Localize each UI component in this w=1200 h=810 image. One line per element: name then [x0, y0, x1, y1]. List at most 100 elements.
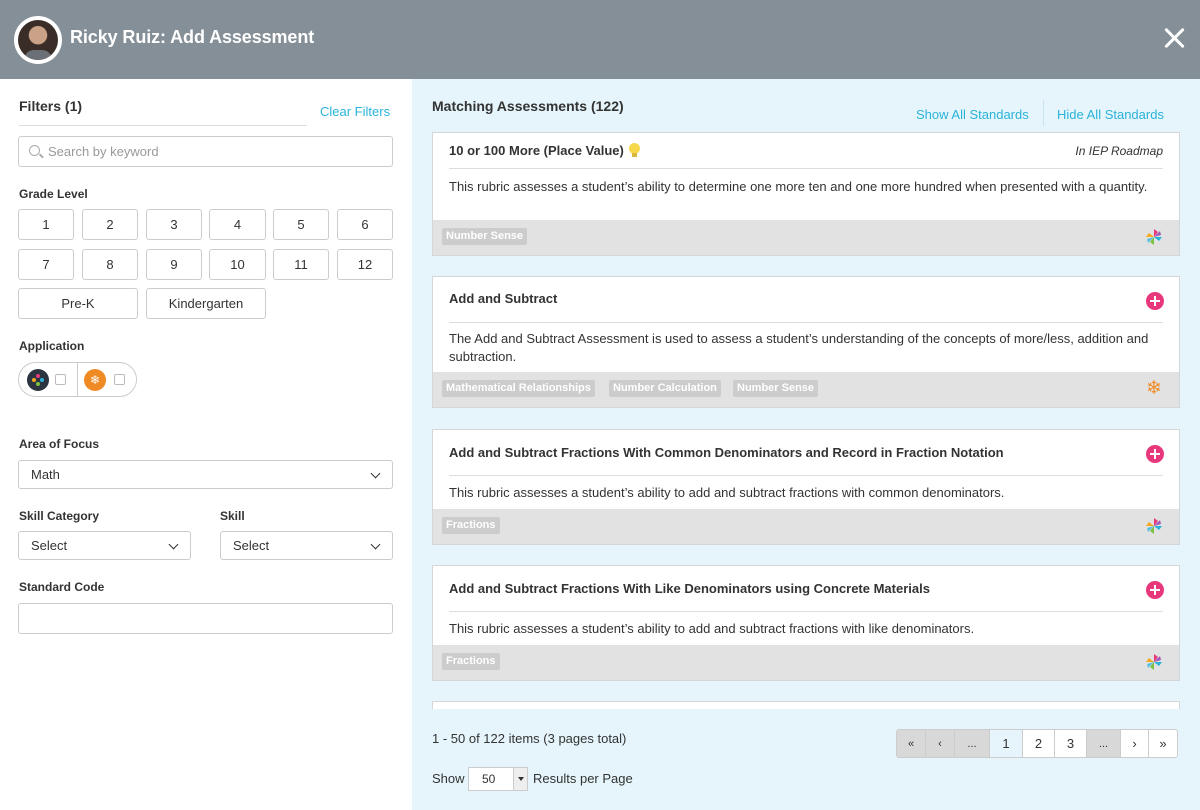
results-per-page-select[interactable]: 50 [468, 767, 528, 791]
grade-6-button[interactable]: 6 [337, 209, 393, 240]
assessment-app-checkbox[interactable] [55, 374, 66, 385]
grade-5-button[interactable]: 5 [273, 209, 329, 240]
hide-all-standards-link[interactable]: Hide All Standards [1057, 107, 1164, 122]
chevron-down-icon [168, 539, 179, 550]
skill-category-label: Skill Category [19, 509, 100, 523]
application-label: Application [19, 339, 85, 353]
assessment-card-title[interactable]: Add and Subtract Fractions With Like Den… [449, 581, 930, 596]
standard-tag: Number Sense [733, 380, 819, 397]
skill-select[interactable]: Select [220, 531, 393, 560]
card-footer: Fractions [433, 509, 1179, 544]
grade-2-button[interactable]: 2 [82, 209, 138, 240]
matching-assessments-title: Matching Assessments (122) [432, 98, 624, 114]
results-per-page-label: Results per Page [533, 771, 633, 786]
add-assessment-button[interactable] [1146, 445, 1164, 463]
standard-tag: Number Sense [442, 228, 528, 245]
standards-links-divider [1043, 100, 1044, 126]
page-3-button[interactable]: 3 [1055, 730, 1087, 757]
modal-header: Ricky Ruiz: Add Assessment [0, 0, 1200, 79]
grade-4-button[interactable]: 4 [209, 209, 266, 240]
assessment-card-title[interactable]: 10 or 100 More (Place Value) [449, 143, 640, 158]
assessment-card-title[interactable]: Add and Subtract [449, 291, 557, 306]
snowflake-icon: ❄ [1146, 378, 1162, 399]
page-1-button[interactable]: 1 [990, 730, 1023, 757]
card-footer: Number Sense [433, 220, 1179, 255]
application-divider [77, 362, 78, 397]
prev-page-button[interactable]: ‹ [926, 730, 955, 757]
clear-filters-link[interactable]: Clear Filters [320, 104, 390, 119]
grade-12-button[interactable]: 12 [337, 249, 393, 280]
close-icon[interactable] [1162, 26, 1186, 50]
assessment-card-partial [432, 701, 1180, 709]
card-divider [449, 168, 1163, 169]
assessment-card[interactable]: Add and Subtract Fractions With Common D… [432, 429, 1180, 545]
show-label: Show [432, 771, 465, 786]
ellipsis-left[interactable]: ... [955, 730, 990, 757]
grade-7-button[interactable]: 7 [18, 249, 74, 280]
snowflake-app-icon: ❄ [84, 368, 106, 391]
ellipsis-right[interactable]: ... [1087, 730, 1121, 757]
snowflake-app-checkbox[interactable] [114, 374, 125, 385]
first-page-button[interactable]: « [897, 730, 926, 757]
next-page-button[interactable]: › [1121, 730, 1149, 757]
search-icon [29, 145, 40, 156]
chevron-down-icon [370, 539, 381, 550]
avatar [14, 16, 62, 64]
assessment-description: This rubric assesses a student’s ability… [449, 621, 975, 636]
standard-tag: Fractions [442, 517, 500, 534]
assessment-description: The Add and Subtract Assessment is used … [449, 331, 1149, 364]
grade-8-button[interactable]: 8 [82, 249, 138, 280]
assessment-title-text: 10 or 100 More (Place Value) [449, 143, 624, 158]
card-divider [449, 322, 1163, 323]
search-box[interactable] [18, 136, 393, 167]
grade-1-button[interactable]: 1 [18, 209, 74, 240]
chevron-down-icon [370, 468, 381, 479]
grade-pre-k-button[interactable]: Pre-K [18, 288, 138, 319]
grade-3-button[interactable]: 3 [146, 209, 202, 240]
standard-tag: Mathematical Relationships [442, 380, 595, 397]
assessment-app-icon [27, 368, 49, 391]
filters-panel: Filters (1) Clear Filters Grade Level 1 … [0, 79, 412, 810]
application-toggle: ❄ [18, 362, 137, 397]
area-of-focus-value: Math [31, 467, 60, 482]
skill-category-value: Select [31, 538, 68, 553]
standard-code-label: Standard Code [19, 580, 105, 594]
assessment-card[interactable]: Add and Subtract Fractions With Like Den… [432, 565, 1180, 681]
show-all-standards-link[interactable]: Show All Standards [916, 107, 1029, 122]
grade-10-button[interactable]: 10 [209, 249, 266, 280]
area-of-focus-label: Area of Focus [19, 437, 100, 451]
grade-9-button[interactable]: 9 [146, 249, 202, 280]
pinwheel-icon [1146, 654, 1162, 670]
pinwheel-icon [1146, 229, 1162, 245]
card-divider [449, 611, 1163, 612]
per-page-value: 50 [482, 772, 496, 786]
dropdown-arrow-icon [513, 768, 527, 790]
skill-category-select[interactable]: Select [18, 531, 191, 560]
items-count-text: 1 - 50 of 122 items (3 pages total) [432, 731, 627, 746]
standard-tag: Number Calculation [609, 380, 721, 397]
area-of-focus-select[interactable]: Math [18, 460, 393, 489]
card-footer: Mathematical Relationships Number Calcul… [433, 372, 1179, 407]
skill-label: Skill [220, 509, 245, 523]
assessment-card[interactable]: 10 or 100 More (Place Value) In IEP Road… [432, 132, 1180, 256]
grade-level-label: Grade Level [19, 187, 88, 201]
search-input[interactable] [48, 144, 378, 159]
skill-value: Select [233, 538, 270, 553]
card-divider [449, 475, 1163, 476]
assessment-description: This rubric assesses a student’s ability… [449, 485, 1005, 500]
assessment-card[interactable]: Add and Subtract The Add and Subtract As… [432, 276, 1180, 408]
assessment-description: This rubric assesses a student’s ability… [449, 179, 1148, 194]
grade-kindergarten-button[interactable]: Kindergarten [146, 288, 266, 319]
standard-code-input[interactable] [18, 603, 393, 634]
lightbulb-icon [628, 143, 640, 157]
assessment-card-title[interactable]: Add and Subtract Fractions With Common D… [449, 445, 1004, 460]
page-2-button[interactable]: 2 [1023, 730, 1055, 757]
pagination: « ‹ ... 1 2 3 ... › » [896, 729, 1178, 758]
add-assessment-button[interactable] [1146, 581, 1164, 599]
add-assessment-button[interactable] [1146, 292, 1164, 310]
grade-11-button[interactable]: 11 [273, 249, 329, 280]
filters-divider [19, 125, 307, 126]
pinwheel-icon [1146, 518, 1162, 534]
last-page-button[interactable]: » [1149, 730, 1177, 757]
standard-tag: Fractions [442, 653, 500, 670]
